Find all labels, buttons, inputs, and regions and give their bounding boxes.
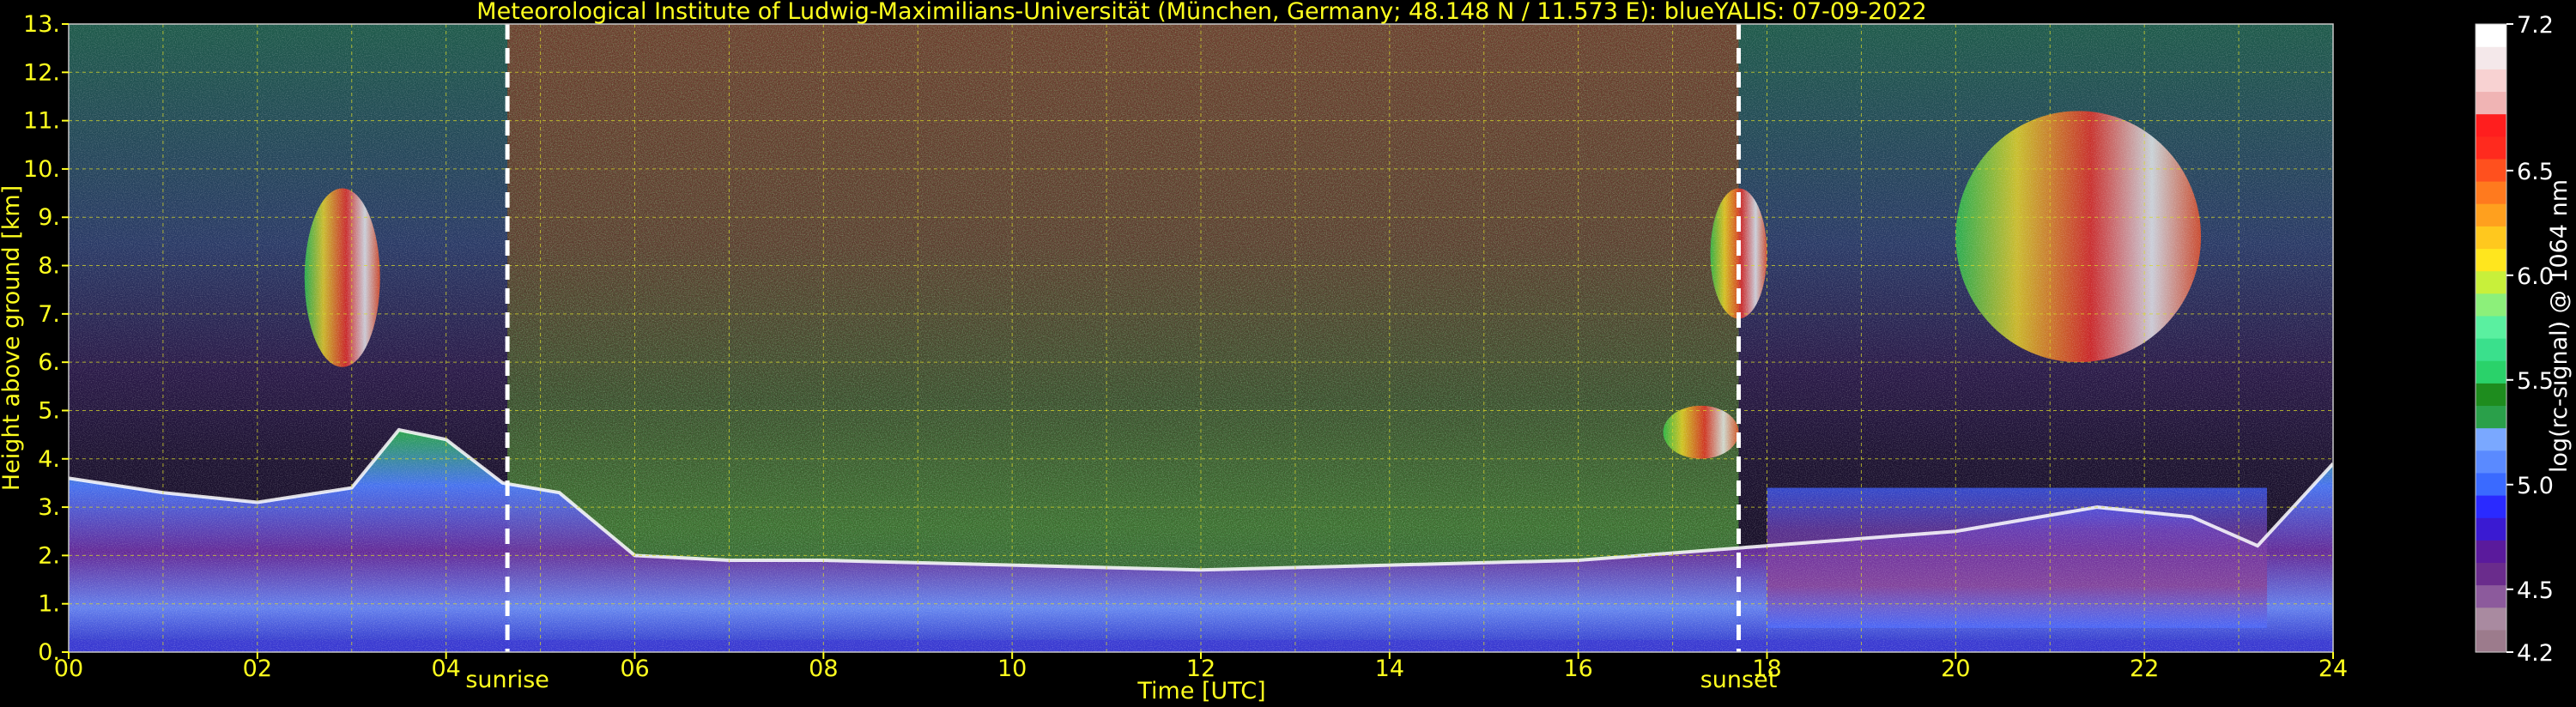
x-tick-label: 08 <box>809 656 838 682</box>
y-tick-label: 8. <box>38 253 60 280</box>
colorbar-segment <box>2476 540 2506 564</box>
colorbar-segment <box>2476 293 2506 317</box>
colorbar-segment <box>2476 136 2506 160</box>
colorbar-segment <box>2476 360 2506 384</box>
colorbar-segment <box>2476 472 2506 496</box>
chart-title: Meteorological Institute of Ludwig-Maxim… <box>476 0 1926 25</box>
y-tick-label: 4. <box>38 446 60 473</box>
colorbar-segment <box>2476 46 2506 69</box>
y-tick-label: 12. <box>23 59 60 86</box>
x-tick-label: 14 <box>1375 656 1404 682</box>
y-tick-label: 11. <box>23 108 60 135</box>
x-tick-label: 06 <box>620 656 649 682</box>
y-tick-label: 10. <box>23 156 60 183</box>
x-axis-ticks: 00 02 04 06 08 10 12 14 16 18 20 22 24 <box>54 652 2348 682</box>
sunset-label: sunset <box>1700 667 1778 693</box>
colorbar-label: log(rc-signal) @ 1064 nm <box>2546 179 2573 473</box>
x-tick-label: 04 <box>431 656 460 682</box>
colorbar-segment <box>2476 69 2506 93</box>
plot-area <box>69 24 2333 652</box>
colorbar-segment <box>2476 562 2506 586</box>
x-tick-label: 22 <box>2130 656 2159 682</box>
y-tick-label: 0. <box>38 639 60 666</box>
signal-noise <box>69 24 2333 652</box>
x-tick-label: 24 <box>2318 656 2348 682</box>
colorbar-segment <box>2476 270 2506 294</box>
colorbar-segment <box>2476 158 2506 182</box>
colorbar-segment <box>2476 315 2506 339</box>
y-tick-label: 1. <box>38 591 60 618</box>
y-tick-label: 9. <box>38 204 60 231</box>
y-axis-label: Height above ground [km] <box>0 185 25 491</box>
colorbar-segment <box>2476 629 2506 653</box>
colorbar-tick-label: 7.2 <box>2517 12 2554 39</box>
colorbar-segment <box>2476 517 2506 541</box>
colorbar-segment <box>2476 181 2506 204</box>
colorbar-segment <box>2476 24 2506 47</box>
y-tick-label: 13. <box>23 11 60 38</box>
colorbar-segment <box>2476 450 2506 474</box>
colorbar-segment <box>2476 203 2506 227</box>
x-tick-label: 20 <box>1941 656 1970 682</box>
y-tick-label: 6. <box>38 349 60 376</box>
colorbar-segment <box>2476 607 2506 631</box>
y-tick-label: 2. <box>38 542 60 569</box>
colorbar-segment <box>2476 91 2506 115</box>
colorbar-segment <box>2476 338 2506 361</box>
y-tick-label: 7. <box>38 301 60 328</box>
x-tick-label: 12 <box>1186 656 1215 682</box>
colorbar-segment <box>2476 383 2506 407</box>
x-tick-label: 16 <box>1563 656 1592 682</box>
colorbar-tick-label: 5.0 <box>2517 473 2554 499</box>
colorbar-tick-label: 4.5 <box>2517 577 2554 604</box>
colorbar-segment <box>2476 427 2506 451</box>
colorbar-segment <box>2476 405 2506 429</box>
colorbar-segment <box>2476 584 2506 608</box>
colorbar-segment <box>2476 113 2506 137</box>
y-tick-label: 5. <box>38 397 60 424</box>
colorbar-segment <box>2476 226 2506 250</box>
colorbar-segment <box>2476 495 2506 518</box>
x-tick-label: 10 <box>997 656 1027 682</box>
colorbar: 4.24.55.05.56.06.57.2 <box>2475 12 2554 667</box>
x-tick-label: 02 <box>243 656 272 682</box>
sunrise-label: sunrise <box>465 667 549 693</box>
colorbar-segment <box>2476 248 2506 272</box>
y-tick-label: 3. <box>38 494 60 521</box>
y-axis-ticks: 0. 1. 2. 3. 4. 5. 6. 7. 8. 9. 10. 11. 12. 13. <box>23 11 69 666</box>
colorbar-tick-label: 4.2 <box>2517 640 2554 667</box>
lidar-chart: Meteorological Institute of Ludwig-Maxim… <box>0 0 2573 704</box>
